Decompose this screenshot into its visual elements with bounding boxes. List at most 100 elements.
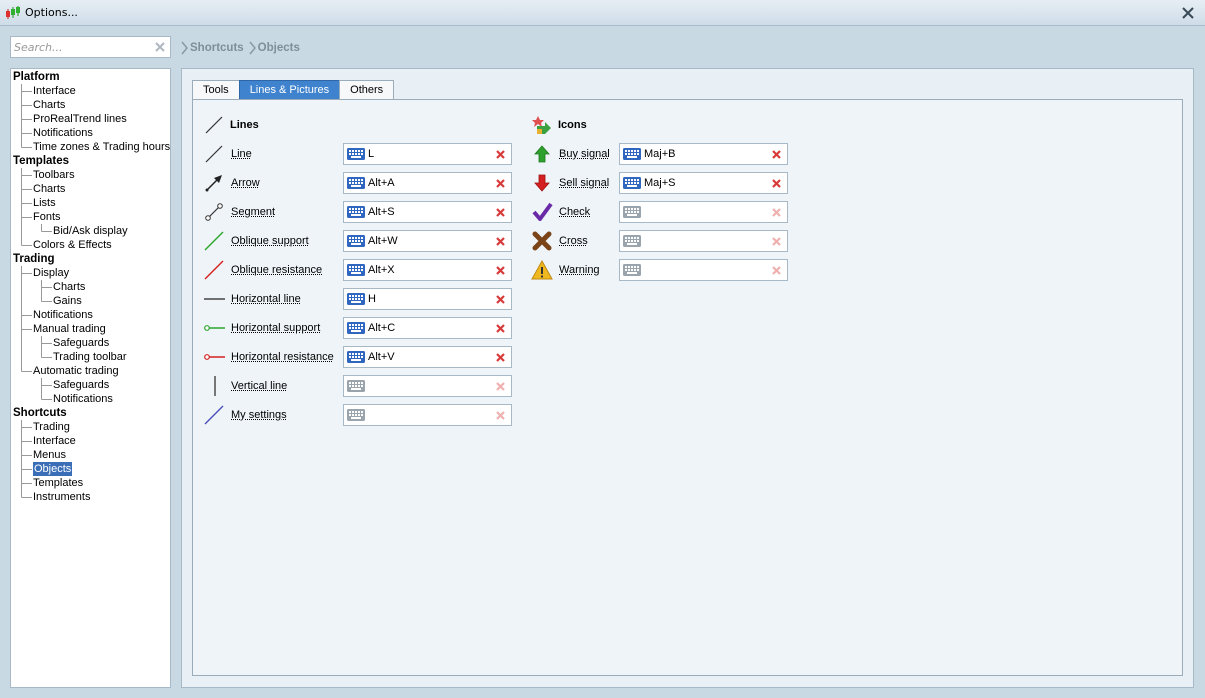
clear-shortcut-icon[interactable] [496,411,505,420]
segment-shortcut-field[interactable]: Alt+S [343,201,512,223]
oblique-resistance-label[interactable]: Oblique resistance [231,263,322,277]
tree-item-lists[interactable]: Lists [33,196,56,210]
clear-shortcut-icon[interactable] [496,295,505,304]
segment-icon [205,203,223,221]
tree-item-shortcuts[interactable]: Shortcuts [13,406,67,420]
oblique-support-label[interactable]: Oblique support [231,234,309,248]
tree-item-fonts[interactable]: Fonts [33,210,61,224]
cross-label[interactable]: Cross [559,234,588,248]
tree-item-colors-effects[interactable]: Colors & Effects [33,238,112,252]
line-label[interactable]: Line [231,147,252,161]
tree-item-charts[interactable]: Charts [33,98,65,112]
keyboard-icon [347,264,365,276]
check-icon [532,202,553,221]
tree-item-notifications[interactable]: Notifications [33,126,93,140]
oblique-support-shortcut-field[interactable]: Alt+W [343,230,512,252]
tree-item-gains[interactable]: Gains [53,294,82,308]
horizontal-line-label[interactable]: Horizontal line [231,292,301,306]
clear-shortcut-icon[interactable] [496,382,505,391]
clear-shortcut-icon[interactable] [772,179,781,188]
tree-item-trading[interactable]: Trading [13,252,55,266]
line-shortcut-field[interactable]: L [343,143,512,165]
horizontal-line-icon [204,298,225,300]
cross-shortcut-field[interactable] [619,230,788,252]
tree-item-interface[interactable]: Interface [33,434,76,448]
sell-signal-label[interactable]: Sell signal [559,176,609,190]
horizontal-line-shortcut-field[interactable]: H [343,288,512,310]
arrow-label[interactable]: Arrow [231,176,260,190]
tree-item-templates[interactable]: Templates [33,476,83,490]
warning-shortcut-field[interactable] [619,259,788,281]
tree-item-interface[interactable]: Interface [33,84,76,98]
keyboard-icon [347,409,365,421]
tree-item-platform[interactable]: Platform [13,70,60,84]
tree-item-objects[interactable]: Objects [33,462,73,476]
icons-section-icon [532,116,551,134]
clear-shortcut-icon[interactable] [496,208,505,217]
breadcrumb-shortcuts[interactable]: Shortcuts [190,42,244,54]
tree-item-display[interactable]: Display [33,266,69,280]
shortcut-value: Maj+B [644,148,676,160]
my-settings-label[interactable]: My settings [231,408,287,422]
clear-shortcut-icon[interactable] [496,179,505,188]
segment-label[interactable]: Segment [231,205,275,219]
vertical-line-icon [214,376,216,396]
clear-shortcut-icon[interactable] [496,324,505,333]
breadcrumb-objects: Objects [257,42,300,54]
keyboard-icon [347,206,365,218]
tree-item-trading[interactable]: Trading [33,420,70,434]
horizontal-support-shortcut-field[interactable]: Alt+C [343,317,512,339]
horizontal-support-label[interactable]: Horizontal support [231,321,320,335]
shortcut-value: Alt+A [368,177,395,189]
tree-item-notifications[interactable]: Notifications [33,308,93,322]
tree-item-toolbars[interactable]: Toolbars [33,168,75,182]
tree-item-menus[interactable]: Menus [33,448,66,462]
tree-item-automatic-trading[interactable]: Automatic trading [33,364,119,378]
clear-shortcut-icon[interactable] [496,353,505,362]
check-shortcut-field[interactable] [619,201,788,223]
tree-item-trading-toolbar[interactable]: Trading toolbar [53,350,127,364]
vertical-line-label[interactable]: Vertical line [231,379,287,393]
warning-label[interactable]: Warning [559,263,600,277]
close-icon[interactable] [1179,4,1197,22]
clear-shortcut-icon[interactable] [496,237,505,246]
clear-shortcut-icon[interactable] [496,150,505,159]
arrow-icon [205,175,222,192]
tree-item-safeguards[interactable]: Safeguards [53,336,109,350]
buy-signal-label[interactable]: Buy signal [559,147,610,161]
tree-item-charts[interactable]: Charts [53,280,85,294]
buy-signal-shortcut-field[interactable]: Maj+B [619,143,788,165]
tree-item-time-zones-trading-hours[interactable]: Time zones & Trading hours [33,140,170,154]
clear-shortcut-icon[interactable] [772,150,781,159]
sell-signal-shortcut-field[interactable]: Maj+S [619,172,788,194]
tree-item-safeguards[interactable]: Safeguards [53,378,109,392]
tab-tools[interactable]: Tools [192,80,240,100]
clear-shortcut-icon[interactable] [496,266,505,275]
shortcut-value: Maj+S [644,177,676,189]
arrow-shortcut-field[interactable]: Alt+A [343,172,512,194]
tree-item-prorealtrend-lines[interactable]: ProRealTrend lines [33,112,127,126]
clear-search-icon[interactable] [155,42,165,52]
check-label[interactable]: Check [559,205,590,219]
warning-icon [531,259,553,280]
search-input[interactable] [14,40,152,54]
keyboard-icon [347,293,365,305]
tree-item-bid-ask-display[interactable]: Bid/Ask display [53,224,128,238]
my-settings-shortcut-field[interactable] [343,404,512,426]
tree-item-manual-trading[interactable]: Manual trading [33,322,106,336]
clear-shortcut-icon[interactable] [772,208,781,217]
clear-shortcut-icon[interactable] [772,237,781,246]
oblique-resistance-shortcut-field[interactable]: Alt+X [343,259,512,281]
tree-item-charts[interactable]: Charts [33,182,65,196]
clear-shortcut-icon[interactable] [772,266,781,275]
tree-item-templates[interactable]: Templates [13,154,69,168]
tree-item-instruments[interactable]: Instruments [33,490,90,504]
tab-others[interactable]: Others [339,80,395,100]
tree-item-notifications[interactable]: Notifications [53,392,113,406]
horizontal-resistance-label[interactable]: Horizontal resistance [231,350,334,364]
horizontal-resistance-shortcut-field[interactable]: Alt+V [343,346,512,368]
shortcut-value: Alt+S [368,206,395,218]
vertical-line-shortcut-field[interactable] [343,375,512,397]
shortcut-value: Alt+C [368,322,396,334]
tab-lines-pictures[interactable]: Lines & Pictures [238,80,341,100]
